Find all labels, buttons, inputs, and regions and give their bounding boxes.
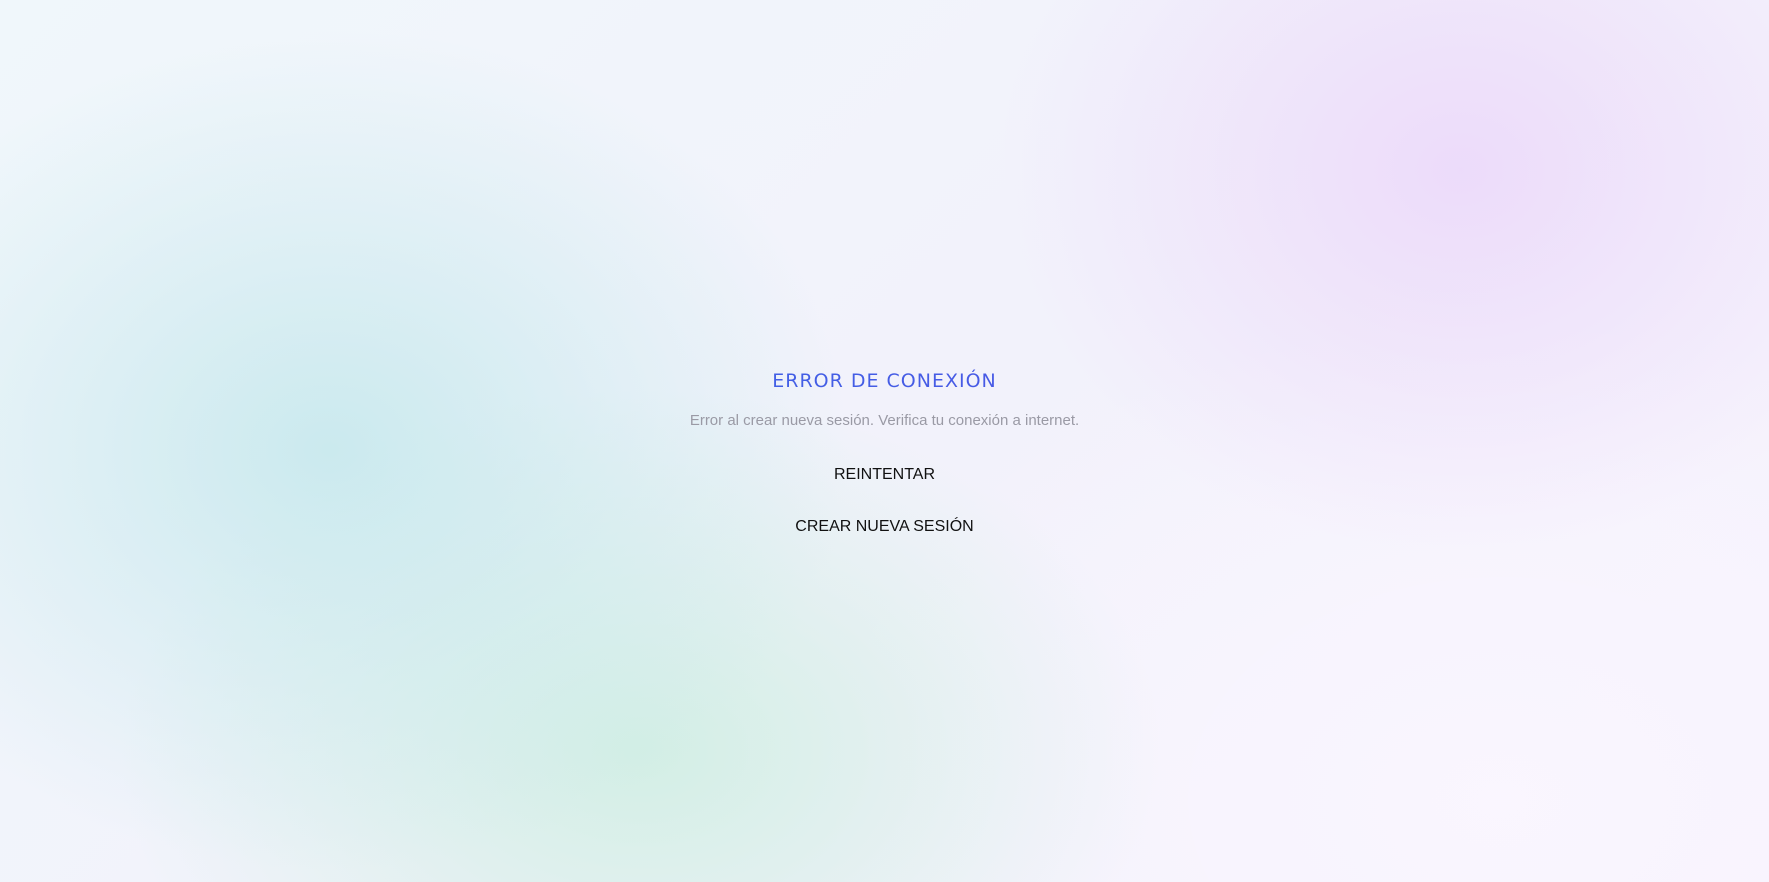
create-new-session-button[interactable]: CREAR NUEVA SESIÓN (785, 514, 983, 540)
error-panel: ERROR DE CONEXIÓN Error al crear nueva s… (0, 0, 1769, 882)
error-message: Error al crear nueva sesión. Verifica tu… (689, 412, 1080, 429)
error-title: ERROR DE CONEXIÓN (0, 367, 1769, 395)
retry-button[interactable]: REINTENTAR (824, 462, 945, 488)
